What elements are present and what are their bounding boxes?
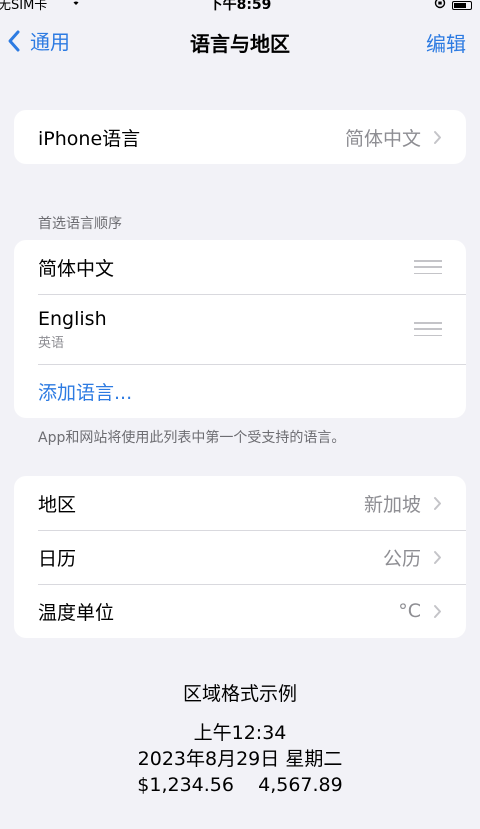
temperature-unit-row[interactable]: 温度单位 °C: [14, 584, 466, 638]
edit-button[interactable]: 编辑: [426, 28, 466, 57]
battery-icon: [452, 0, 472, 10]
chevron-right-icon: [434, 604, 441, 618]
status-time: 下午8:59: [208, 0, 272, 13]
navigation-bar: 通用 语言与地区 编辑: [0, 22, 480, 62]
preferred-languages-header: 首选语言顺序: [38, 216, 122, 232]
calendar-value: 公历: [382, 547, 421, 570]
reorder-handle-icon[interactable]: [414, 322, 442, 336]
language-name: 简体中文: [38, 257, 115, 280]
region-value: 新加坡: [363, 493, 421, 516]
region-row[interactable]: 地区 新加坡: [14, 476, 466, 530]
region-label: 地区: [38, 493, 77, 516]
preferred-languages-group: 简体中文 English 英语 添加语言...: [14, 240, 466, 418]
page-title: 语言与地区: [190, 32, 290, 56]
format-example-date: 2023年8月29日 星期二: [137, 748, 343, 770]
format-example-time: 上午12:34: [193, 722, 287, 744]
region-format-example: 区域格式示例 上午12:34 2023年8月29日 星期二 $1,234.56 …: [0, 679, 480, 798]
chevron-right-icon: [434, 130, 441, 144]
status-right-icons: [434, 0, 472, 13]
reorder-handle-icon[interactable]: [414, 260, 442, 274]
chevron-right-icon: [434, 496, 441, 510]
language-name: English: [38, 307, 107, 330]
add-language-button[interactable]: 添加语言...: [38, 378, 132, 405]
iphone-language-value: 简体中文: [344, 127, 421, 150]
calendar-label: 日历: [38, 547, 77, 570]
format-example-numbers: $1,234.56 4,567.89: [137, 774, 343, 796]
temperature-unit-value: °C: [398, 600, 421, 622]
chevron-right-icon: [434, 550, 441, 564]
temperature-unit-label: 温度单位: [38, 601, 115, 624]
iphone-language-label: iPhone语言: [38, 127, 141, 150]
format-example-title: 区域格式示例: [182, 683, 297, 705]
calendar-row[interactable]: 日历 公历: [14, 530, 466, 584]
language-subtitle: 英语: [38, 335, 65, 351]
language-row[interactable]: English 英语: [14, 294, 466, 364]
iphone-language-row[interactable]: iPhone语言 简体中文: [14, 110, 466, 164]
status-bar: 无SIM卡 下午8:59: [0, 0, 480, 13]
language-row[interactable]: 简体中文: [14, 240, 466, 294]
region-settings-group: 地区 新加坡 日历 公历 温度单位 °C: [14, 476, 466, 638]
iphone-language-group: iPhone语言 简体中文: [14, 110, 466, 164]
add-language-row[interactable]: 添加语言...: [14, 364, 466, 418]
preferred-languages-footer: App和网站将使用此列表中第一个受支持的语言。: [38, 430, 346, 446]
orientation-lock-icon: [434, 0, 446, 13]
